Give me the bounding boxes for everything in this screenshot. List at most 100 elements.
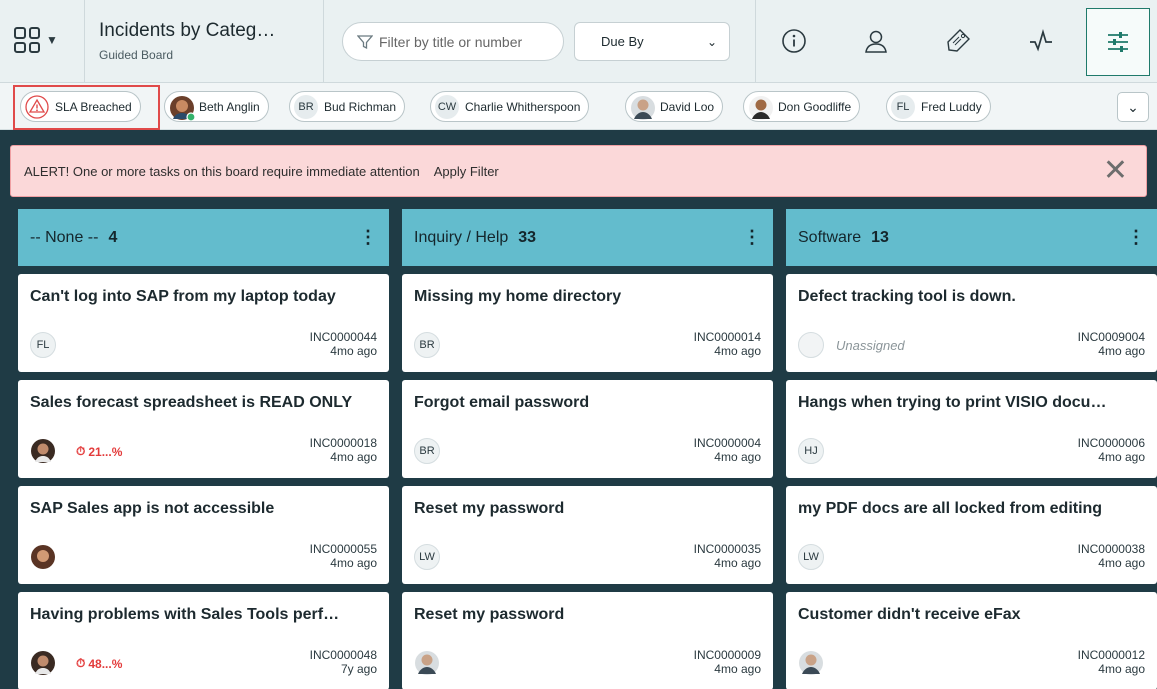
lane-inquiry-help: Inquiry / Help 33 ⋮ Missing my home dire…	[402, 209, 773, 689]
lane-software: Software 13 ⋮ Defect tracking tool is do…	[786, 209, 1157, 689]
incident-card[interactable]: Defect tracking tool is down. Unassigned…	[786, 274, 1157, 372]
avatar	[630, 95, 655, 120]
incident-card[interactable]: SAP Sales app is not accessible INC00000…	[18, 486, 389, 584]
lane-title: Software	[798, 228, 862, 246]
card-meta: INC0000004 4mo ago	[694, 436, 761, 464]
lane-menu-icon[interactable]: ⋮	[1127, 227, 1145, 248]
incident-card[interactable]: Reset my password INC0000009 4mo ago	[402, 592, 773, 689]
card-meta: INC0000038 4mo ago	[1078, 542, 1145, 570]
lane-title: Inquiry / Help	[414, 228, 509, 246]
avatar	[30, 438, 56, 464]
card-title: Can't log into SAP from my laptop today	[30, 288, 336, 305]
incident-card[interactable]: Forgot email password BR INC0000004 4mo a…	[402, 380, 773, 478]
card-number: INC0000006	[1077, 436, 1145, 450]
incident-card[interactable]: Hangs when trying to print VISIO docu… H…	[786, 380, 1157, 478]
avatar-initials: FL	[891, 94, 915, 119]
header-divider	[755, 0, 756, 83]
avatar	[748, 95, 773, 120]
alert-message: ALERT! One or more tasks on this board r…	[24, 163, 420, 179]
lane-none: -- None -- 4 ⋮ Can't log into SAP from m…	[18, 209, 389, 689]
card-number: INC0000012	[1077, 648, 1145, 662]
incident-card[interactable]: Customer didn't receive eFax INC0000012 4…	[786, 592, 1157, 689]
chip-charlie-whitherspoon[interactable]: CW Charlie Whitherspoon	[430, 91, 590, 122]
sla-indicator: ⏱ 48...%	[76, 656, 122, 671]
filter-icon	[357, 34, 373, 49]
card-age: 4mo ago	[714, 662, 761, 676]
chip-label: Charlie Whitherspoon	[465, 99, 581, 114]
close-icon[interactable]: ✕	[1103, 156, 1128, 186]
swimlane-chip-bar: SLA Breached Beth Anglin BR Bud Richman …	[0, 83, 1157, 130]
incident-card[interactable]: Missing my home directory BR INC0000014 4…	[402, 274, 773, 372]
chip-don-goodliffe[interactable]: Don Goodliffe	[743, 91, 861, 122]
lane-header: -- None -- 4 ⋮	[18, 209, 389, 266]
card-age: 4mo ago	[330, 450, 377, 464]
header-divider	[323, 0, 324, 83]
card-number: INC0000035	[693, 542, 761, 556]
sla-percent: 48...%	[88, 656, 123, 671]
avatar-initials: HJ	[798, 438, 824, 464]
incident-card[interactable]: Can't log into SAP from my laptop today …	[18, 274, 389, 372]
info-icon[interactable]	[777, 24, 811, 58]
card-title: Reset my password	[414, 606, 565, 623]
filter-field[interactable]	[342, 22, 564, 61]
chip-bud-richman[interactable]: BR Bud Richman	[289, 91, 406, 122]
card-age: 4mo ago	[714, 556, 761, 570]
card-title: Forgot email password	[414, 394, 590, 411]
card-title: Customer didn't receive eFax	[798, 606, 1021, 623]
card-number: INC0000044	[309, 330, 377, 344]
apply-filter-link[interactable]: Apply Filter	[434, 164, 499, 179]
avatar	[414, 650, 440, 676]
sort-select[interactable]: Due By ⌄	[574, 22, 730, 61]
lane-count: 33	[518, 228, 537, 246]
chevron-down-icon: ⌄	[706, 34, 717, 49]
expand-chips-button[interactable]: ⌄	[1117, 92, 1149, 122]
incident-card[interactable]: Having problems with Sales Tools perf… ⏱…	[18, 592, 389, 689]
card-title: SAP Sales app is not accessible	[30, 500, 275, 517]
card-number: INC0000014	[693, 330, 761, 344]
lane-menu-icon[interactable]: ⋮	[359, 227, 377, 248]
card-meta: INC0000012 4mo ago	[1078, 648, 1145, 676]
card-title: Reset my password	[414, 500, 565, 517]
chip-david-loo[interactable]: David Loo	[625, 91, 724, 122]
filter-input[interactable]	[379, 33, 549, 50]
card-meta: INC0000014 4mo ago	[694, 330, 761, 358]
chip-beth-anglin[interactable]: Beth Anglin	[164, 91, 269, 122]
sla-percent: 21...%	[88, 444, 123, 459]
card-number: INC0009004	[1077, 330, 1145, 344]
incident-card[interactable]: Reset my password LW INC0000035 4mo ago	[402, 486, 773, 584]
lane-count: 13	[871, 228, 889, 246]
card-title: Sales forecast spreadsheet is READ ONLY	[30, 394, 353, 411]
user-icon[interactable]	[859, 24, 893, 58]
incident-card[interactable]: Sales forecast spreadsheet is READ ONLY …	[18, 380, 389, 478]
tag-icon[interactable]	[941, 24, 975, 58]
avatar	[30, 650, 56, 676]
sla-timer-icon: ⏱	[76, 656, 86, 670]
card-age: 4mo ago	[714, 450, 761, 464]
card-age: 4mo ago	[330, 344, 377, 358]
chip-fred-luddy[interactable]: FL Fred Luddy	[886, 91, 991, 122]
board-title: Incidents by Categ…	[99, 20, 276, 41]
card-meta: INC0000035 4mo ago	[694, 542, 761, 570]
filter-settings-button[interactable]	[1086, 8, 1150, 76]
card-meta: INC0000044 4mo ago	[310, 330, 377, 358]
lane-header: Inquiry / Help 33 ⋮	[402, 209, 773, 266]
card-meta: INC0000006 4mo ago	[1078, 436, 1145, 464]
incident-card[interactable]: my PDF docs are all locked from editing …	[786, 486, 1157, 584]
card-meta: INC0000018 4mo ago	[310, 436, 377, 464]
board-switcher-button[interactable]: ▼	[14, 20, 76, 60]
chip-label: Bud Richman	[324, 99, 397, 114]
card-age: 4mo ago	[1098, 450, 1145, 464]
lane-menu-icon[interactable]: ⋮	[743, 227, 761, 248]
avatar-initials: BR	[414, 332, 440, 358]
avatar-initials: BR	[294, 94, 318, 119]
lane-count: 4	[108, 228, 118, 246]
card-number: INC0000009	[693, 648, 761, 662]
sliders-icon	[1108, 32, 1128, 52]
sla-indicator: ⏱ 21...%	[76, 444, 122, 459]
board-title-block: Incidents by Categ… Guided Board	[99, 20, 309, 62]
chip-label: David Loo	[660, 99, 715, 114]
activity-icon[interactable]	[1024, 24, 1058, 58]
card-age: 7y ago	[340, 662, 377, 676]
card-title: Having problems with Sales Tools perf…	[30, 606, 340, 623]
card-number: INC0000048	[309, 648, 377, 662]
